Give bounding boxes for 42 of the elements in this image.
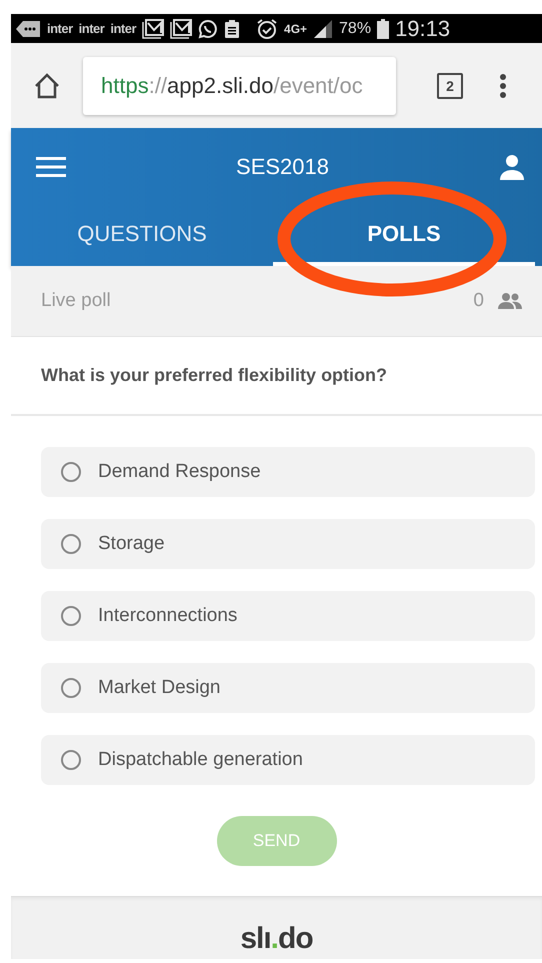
poll-question: What is your preferred flexibility option?: [11, 337, 542, 416]
logo: slı.do: [240, 921, 313, 957]
home-icon[interactable]: [33, 72, 61, 98]
radio-button[interactable]: [61, 750, 81, 770]
option-label: Interconnections: [98, 605, 238, 627]
radio-button[interactable]: [61, 462, 81, 482]
tab-count-button[interactable]: 2: [437, 72, 463, 98]
tab[interactable]: QUESTIONS: [11, 206, 273, 266]
clock-time: 19:13: [395, 16, 450, 42]
poll-option[interactable]: Interconnections: [41, 591, 535, 641]
participant-count: 0: [473, 290, 484, 312]
message-icon: [15, 20, 41, 38]
radio-button[interactable]: [61, 606, 81, 626]
poll-option[interactable]: Market Design: [41, 663, 535, 713]
people-icon: [498, 293, 522, 309]
carrier-label: inter: [78, 21, 104, 36]
option-label: Market Design: [98, 677, 220, 699]
clipboard-icon: [224, 18, 240, 38]
option-label: Storage: [98, 533, 165, 555]
radio-button[interactable]: [61, 678, 81, 698]
carrier-label: inter: [110, 21, 136, 36]
address-bar[interactable]: https://app2.sli.do/event/oc: [83, 56, 396, 114]
poll-option[interactable]: Demand Response: [41, 447, 535, 497]
network-type-label: 4G+: [284, 22, 308, 36]
option-label: Demand Response: [98, 461, 261, 483]
menu-icon[interactable]: [36, 157, 66, 177]
event-title: SES2018: [236, 154, 329, 180]
poll-option[interactable]: Storage: [41, 519, 535, 569]
signal-icon: [313, 18, 334, 38]
mail-icon: [142, 18, 164, 38]
battery-icon: [377, 18, 390, 38]
chat-bubble-icon: [198, 18, 218, 38]
radio-button[interactable]: [61, 534, 81, 554]
poll-option[interactable]: Dispatchable generation: [41, 735, 535, 785]
carrier-label: inter: [47, 21, 73, 36]
alarm-clock-icon: [256, 18, 278, 40]
more-options-icon[interactable]: [499, 72, 507, 98]
live-poll-label: Live poll: [41, 290, 111, 312]
option-label: Dispatchable generation: [98, 749, 303, 771]
battery-level: 78%: [339, 20, 372, 38]
user-icon[interactable]: [499, 154, 525, 180]
mail-icon: [170, 18, 192, 38]
